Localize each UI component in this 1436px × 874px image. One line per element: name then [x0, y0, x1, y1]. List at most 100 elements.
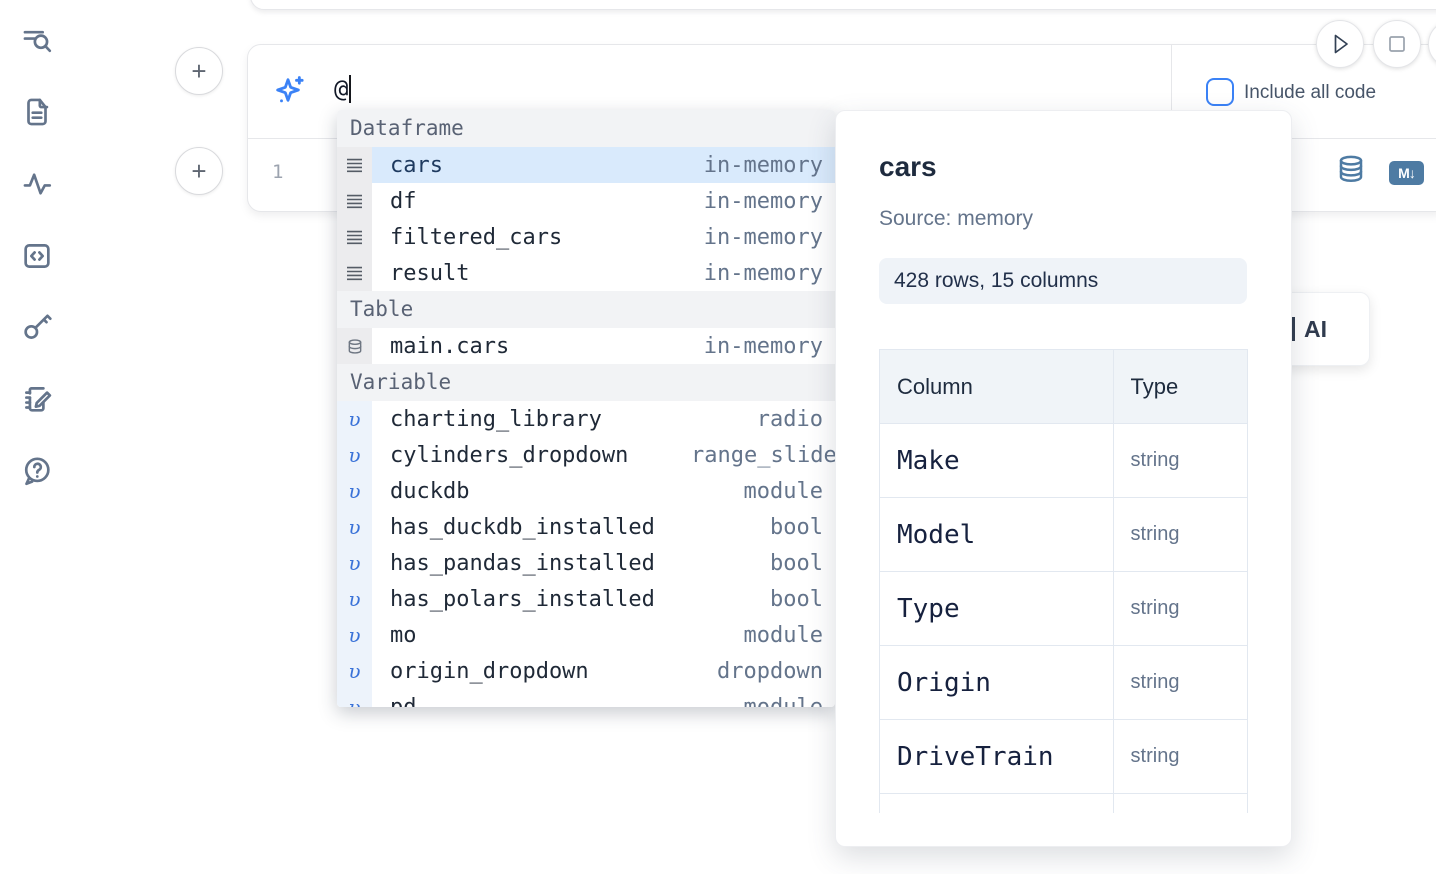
ai-prompt-input[interactable]: @	[334, 75, 351, 103]
ai-sparkle-icon	[270, 71, 310, 116]
item-label: mo	[390, 623, 417, 648]
preview-title: cars	[879, 151, 937, 183]
item-detail: in-memory	[691, 189, 823, 214]
column-header: Column	[880, 350, 1114, 424]
table-row-clipped	[880, 794, 1248, 814]
autocomplete-item-filtered-cars[interactable]: filtered_cars in-memory	[337, 219, 835, 255]
variable-icon: υ	[337, 509, 372, 545]
autocomplete-item-origin-dropdown[interactable]: υ origin_dropdown dropdown	[337, 653, 835, 689]
autocomplete-item-result[interactable]: result in-memory	[337, 255, 835, 291]
column-name: Model	[880, 498, 1114, 572]
autocomplete-item-main-cars[interactable]: main.cars in-memory	[337, 328, 835, 364]
ai-button-label: AI	[1304, 316, 1327, 343]
item-detail: module	[691, 695, 823, 708]
add-cell-below-button[interactable]: +	[175, 147, 223, 195]
help-chat-icon[interactable]	[20, 454, 54, 488]
dataframe-preview-card: cars Source: memory 428 rows, 15 columns…	[835, 110, 1292, 847]
item-detail: dropdown	[691, 659, 823, 684]
dataframe-rows-icon	[337, 183, 372, 219]
item-label: has_polars_installed	[390, 587, 655, 612]
item-detail: radio	[691, 407, 823, 432]
section-header-variable: Variable	[337, 364, 835, 401]
markdown-export-icon[interactable]: M↓	[1389, 161, 1424, 185]
variable-icon: υ	[337, 473, 372, 509]
shape-badge: 428 rows, 15 columns	[879, 258, 1247, 304]
schema-table-wrap: Column Type Make string Model string Typ…	[879, 349, 1248, 813]
autocomplete-item-pd[interactable]: υ pd module	[337, 689, 835, 707]
item-label: df	[390, 189, 417, 214]
column-type: string	[1113, 720, 1247, 794]
autocomplete-item-charting-library[interactable]: υ charting_library radio	[337, 401, 835, 437]
item-detail: bool	[691, 587, 823, 612]
autocomplete-item-df[interactable]: df in-memory	[337, 183, 835, 219]
item-label: filtered_cars	[390, 225, 562, 250]
dataframe-rows-icon	[337, 219, 372, 255]
variable-icon: υ	[337, 617, 372, 653]
activity-icon[interactable]	[20, 167, 54, 201]
text-caret	[349, 75, 351, 103]
dataframe-rows-icon	[337, 255, 372, 291]
preview-source: Source: memory	[879, 207, 1033, 231]
variable-icon: υ	[337, 581, 372, 617]
column-type: string	[1113, 646, 1247, 720]
notebook-edit-icon[interactable]	[20, 382, 54, 416]
item-label: charting_library	[390, 407, 602, 432]
item-label: cylinders_dropdown	[390, 443, 628, 468]
list-search-icon[interactable]	[20, 23, 54, 57]
table-row: Model string	[880, 498, 1248, 572]
autocomplete-item-mo[interactable]: υ mo module	[337, 617, 835, 653]
autocomplete-item-cylinders-dropdown[interactable]: υ cylinders_dropdown range_slider	[337, 437, 835, 473]
include-all-code-checkbox[interactable]	[1206, 78, 1234, 106]
table-row: DriveTrain string	[880, 720, 1248, 794]
item-detail: in-memory	[691, 225, 823, 250]
item-detail: range_slider	[691, 443, 823, 468]
column-type: string	[1113, 424, 1247, 498]
item-label: has_duckdb_installed	[390, 515, 655, 540]
section-header-dataframe: Dataframe	[337, 110, 835, 147]
include-all-code-label: Include all code	[1244, 82, 1376, 104]
variable-icon: υ	[337, 689, 372, 707]
type-header: Type	[1113, 350, 1247, 424]
table-row: Type string	[880, 572, 1248, 646]
autocomplete-item-has-polars-installed[interactable]: υ has_polars_installed bool	[337, 581, 835, 617]
item-detail: in-memory	[691, 261, 823, 286]
column-type: string	[1113, 498, 1247, 572]
play-icon	[1317, 21, 1363, 67]
code-box-icon[interactable]	[20, 239, 54, 273]
column-type	[1113, 794, 1247, 814]
line-number: 1	[272, 161, 283, 183]
previous-cell-edge	[250, 0, 1436, 10]
item-detail: in-memory	[691, 153, 823, 178]
add-cell-above-button[interactable]: +	[175, 47, 223, 95]
column-name: Make	[880, 424, 1114, 498]
variable-icon: υ	[337, 401, 372, 437]
autocomplete-popup: Dataframe cars in-memory df in-memory fi…	[337, 110, 835, 707]
item-label: main.cars	[390, 334, 509, 359]
table-header-row: Column Type	[880, 350, 1248, 424]
autocomplete-item-has-duckdb-installed[interactable]: υ has_duckdb_installed bool	[337, 509, 835, 545]
column-type: string	[1113, 572, 1247, 646]
item-label: origin_dropdown	[390, 659, 589, 684]
item-detail: bool	[691, 551, 823, 576]
file-text-icon[interactable]	[20, 95, 54, 129]
item-detail: in-memory	[691, 334, 823, 359]
variable-icon: υ	[337, 653, 372, 689]
prompt-value: @	[334, 75, 348, 103]
table-database-icon	[337, 328, 372, 364]
key-icon[interactable]	[20, 310, 54, 344]
variable-icon: υ	[337, 545, 372, 581]
autocomplete-item-duckdb[interactable]: υ duckdb module	[337, 473, 835, 509]
table-row: Make string	[880, 424, 1248, 498]
stop-cell-button[interactable]	[1373, 20, 1421, 68]
stop-icon	[1374, 21, 1420, 67]
column-name: Type	[880, 572, 1114, 646]
column-name: Origin	[880, 646, 1114, 720]
database-icon[interactable]	[1336, 154, 1366, 189]
autocomplete-item-has-pandas-installed[interactable]: υ has_pandas_installed bool	[337, 545, 835, 581]
run-cell-button[interactable]	[1316, 20, 1364, 68]
item-label: has_pandas_installed	[390, 551, 655, 576]
table-row: Origin string	[880, 646, 1248, 720]
autocomplete-item-cars[interactable]: cars in-memory	[337, 147, 835, 183]
item-detail: module	[691, 623, 823, 648]
item-label: cars	[390, 153, 443, 178]
